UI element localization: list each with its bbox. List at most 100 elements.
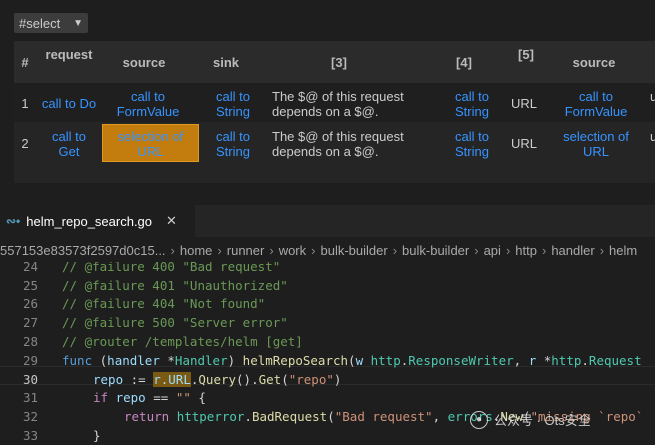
query-select-value: #select <box>19 15 61 31</box>
request-line-2: Get <box>58 144 80 159</box>
line-number: 26 <box>22 296 38 312</box>
source-2-link[interactable]: selection of URL <box>558 129 634 159</box>
line-number: 31 <box>22 390 38 406</box>
code-token: "repo" <box>288 371 334 387</box>
col4-line-2: String <box>455 144 489 159</box>
source-2-link[interactable]: call to FormValue <box>558 89 634 119</box>
breadcrumb-item[interactable]: api <box>484 243 501 258</box>
chevron-right-icon: › <box>541 242 547 258</box>
code-token: ( <box>348 352 356 368</box>
code-token: , <box>513 352 529 368</box>
line-number: 28 <box>22 334 38 350</box>
code-token: ( <box>327 409 335 425</box>
tab-label: helm_repo_search.go <box>26 213 153 229</box>
source-2-line-2: URL <box>582 144 609 159</box>
code-line: 25 // @failure 401 "Unauthorized" <box>0 276 655 295</box>
code-token: http <box>551 352 582 368</box>
sink-link[interactable]: call to String <box>210 89 256 119</box>
message-line-2: depends on a $@. <box>272 144 379 159</box>
breadcrumb-item[interactable]: bulk-builder <box>402 243 469 258</box>
code-token: http <box>370 352 401 368</box>
header-request: request <box>45 47 93 62</box>
col4-line-1: call to <box>455 129 489 144</box>
line-number: 32 <box>22 409 38 425</box>
results-table: # request source sink [3] [4] [5] source… <box>14 41 655 183</box>
row-num: 2 <box>21 136 29 151</box>
sink-link[interactable]: call to String <box>210 129 256 159</box>
source-line-1: call to <box>131 89 165 104</box>
code-line: 30 repo := r.URL.Query().Get("repo") <box>0 370 655 389</box>
breadcrumb-item[interactable]: work <box>279 243 306 258</box>
request-link[interactable]: call to Get <box>38 129 100 159</box>
line-number: 30 <box>22 371 38 387</box>
code-token: w <box>355 352 364 368</box>
code-line: 24 // @failure 400 "Bad request" <box>0 262 655 276</box>
header-col5: [5] <box>518 47 534 62</box>
col4-line-1: call to <box>455 89 489 104</box>
line-number: 29 <box>22 352 38 368</box>
sink-line-1: call to <box>216 129 250 144</box>
breadcrumb-item[interactable]: home <box>180 243 213 258</box>
line-number: 25 <box>22 277 38 293</box>
source-link[interactable]: call to FormValue <box>110 89 186 119</box>
code-comment: // @failure 500 "Server error" <box>62 315 288 331</box>
header-source: source <box>122 55 166 70</box>
code-token: func <box>62 352 93 368</box>
chevron-right-icon: › <box>599 242 605 258</box>
breadcrumb-item[interactable]: runner <box>227 243 265 258</box>
sink-line-1: call to <box>216 89 250 104</box>
code-line: 33 } <box>0 426 655 445</box>
code-text: } <box>93 428 101 444</box>
col5-cell: URL <box>510 96 537 111</box>
code-token: == <box>145 390 176 406</box>
code-token: httperror <box>176 409 245 425</box>
breadcrumb-item[interactable]: 557153e83573f2597d0c15... <box>0 243 166 258</box>
col4-link[interactable]: call to String <box>448 129 496 159</box>
code-token: URL <box>168 371 191 387</box>
code-text: repo := r.URL.Query().Get("repo") <box>93 371 341 387</box>
clipped-cell: u <box>650 129 655 144</box>
request-link[interactable]: call to Do <box>38 96 100 111</box>
breadcrumb-item[interactable]: http <box>515 243 537 258</box>
message-cell: The $@ of this request depends on a $@. <box>272 89 412 119</box>
source-link[interactable]: selection of URL <box>106 129 195 159</box>
editor-tab-bar: ∾• helm_repo_search.go ✕ <box>0 205 655 237</box>
breadcrumb: 557153e83573f2597d0c15... › home › runne… <box>0 240 655 260</box>
header-sink: sink <box>212 55 239 70</box>
code-comment: // @failure 401 "Unauthorized" <box>62 277 288 293</box>
breadcrumb-item[interactable]: helm <box>609 243 637 258</box>
watermark-text: 公众号 · Ots安全 <box>494 413 591 428</box>
header-col4: [4] <box>456 55 472 70</box>
code-token: := <box>123 371 154 387</box>
source-2-line-1: selection of <box>563 129 629 144</box>
breadcrumb-item[interactable]: bulk-builder <box>320 243 387 258</box>
message-line-1: The $@ of this request <box>272 89 404 104</box>
chevron-right-icon: › <box>170 242 175 258</box>
message-line-1: The $@ of this request <box>272 129 404 144</box>
code-token: ( <box>92 352 108 368</box>
source-2-line-2: FormValue <box>564 104 628 119</box>
message-line-2: depends on a $@. <box>272 104 379 119</box>
code-token: BadRequest <box>251 409 328 425</box>
code-line: 31 if repo == "" { <box>0 389 655 408</box>
code-token: * <box>536 352 552 368</box>
query-select[interactable]: #select ▼ <box>14 13 88 33</box>
source-line-2: URL <box>137 144 164 159</box>
tab-helm-repo-search[interactable]: ∾• helm_repo_search.go ✕ <box>0 205 195 237</box>
col4-line-2: String <box>455 104 489 119</box>
close-icon[interactable]: ✕ <box>166 213 177 229</box>
code-token: ) <box>227 352 243 368</box>
code-token: . <box>581 352 589 368</box>
line-number: 24 <box>22 262 38 274</box>
request-line-1: call to <box>52 129 86 144</box>
code-token: Query <box>198 371 237 387</box>
code-token: . <box>244 409 252 425</box>
code-text: func (handler *Handler) helmRepoSearch(w… <box>62 353 642 368</box>
breadcrumb-item[interactable]: handler <box>551 243 594 258</box>
code-token: Get <box>258 371 282 387</box>
source-line-2: FormValue <box>116 104 180 119</box>
col4-link[interactable]: call to String <box>448 89 496 119</box>
header-num: # <box>21 55 29 70</box>
